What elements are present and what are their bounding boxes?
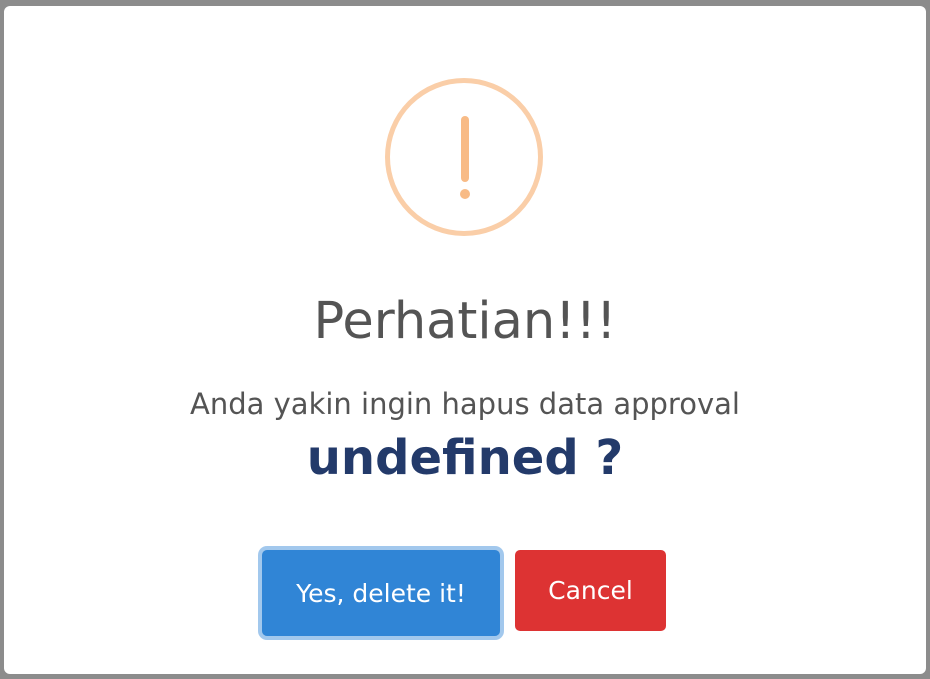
dialog-subject: undefined ? <box>306 430 624 486</box>
warning-icon <box>385 78 543 236</box>
dialog-message: Anda yakin ingin hapus data approval <box>190 387 740 421</box>
exclamation-bar <box>461 116 469 182</box>
cancel-button[interactable]: Cancel <box>515 550 666 631</box>
dialog-actions: Yes, delete it! Cancel <box>4 550 926 640</box>
exclamation-dot <box>460 189 470 199</box>
dialog-title: Perhatian!!! <box>313 292 617 351</box>
confirm-delete-button[interactable]: Yes, delete it! <box>262 550 500 636</box>
confirm-dialog: Perhatian!!! Anda yakin ingin hapus data… <box>4 6 926 674</box>
